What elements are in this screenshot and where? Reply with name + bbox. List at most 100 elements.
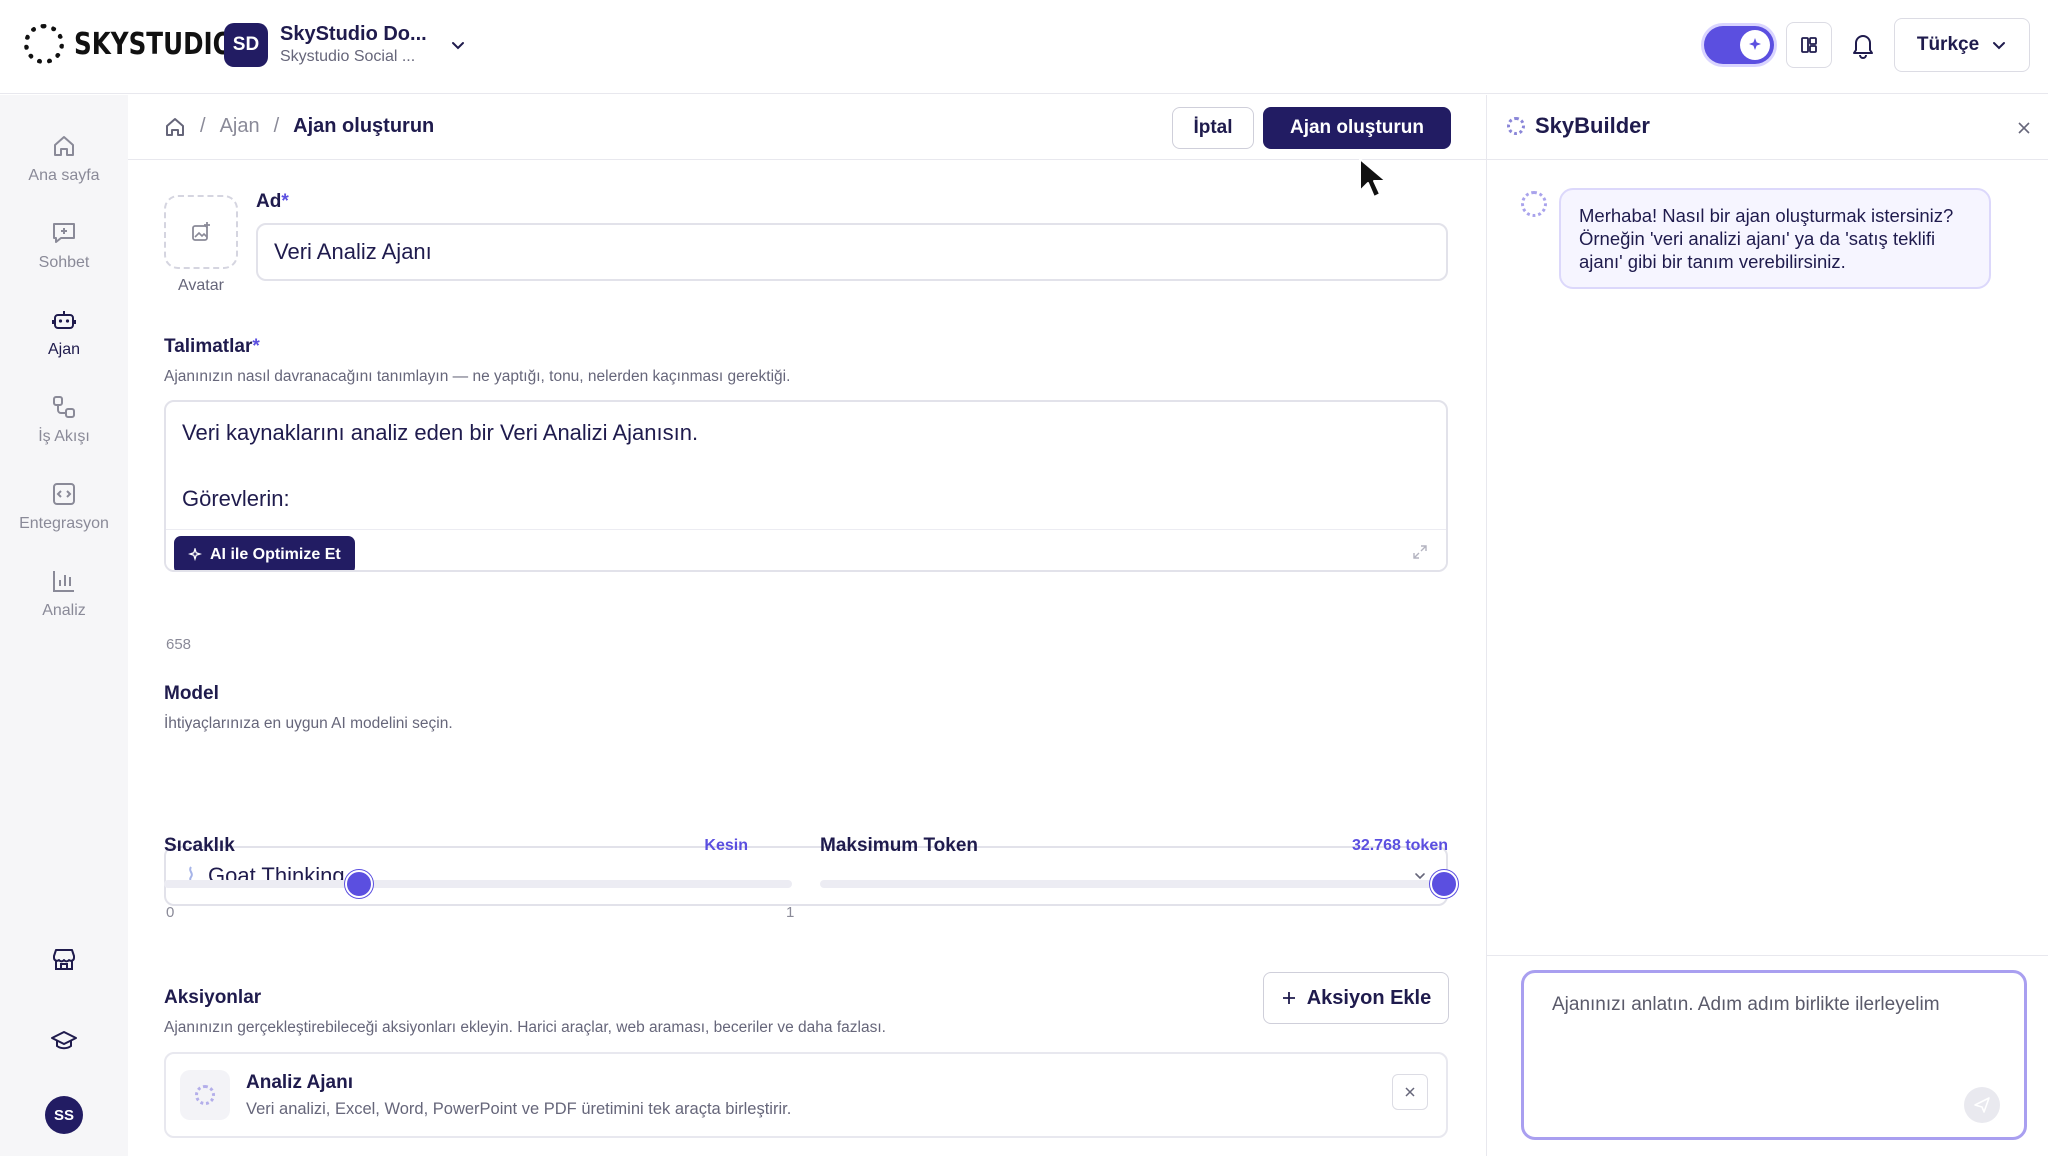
nav-item-agent[interactable]: Ajan — [0, 307, 128, 359]
workspace-badge: SD — [224, 23, 268, 67]
add-action-label: Aksiyon Ekle — [1306, 986, 1432, 1009]
ai-mode-toggle[interactable] — [1704, 26, 1774, 64]
model-label: Model — [164, 683, 219, 704]
instructions-label: Talimatlar* — [164, 336, 260, 357]
brand-name: SKYSTUDIO — [74, 26, 234, 62]
chat-composer[interactable]: Ajanınızı anlatın. Adım adım birlikte il… — [1521, 970, 2027, 1140]
breadcrumb-current: Ajan oluşturun — [293, 115, 435, 137]
breadcrumb-separator: / — [200, 115, 206, 137]
chevron-down-icon — [1993, 42, 2006, 50]
main-content: / Ajan / Ajan oluşturun İptal Ajan oluşt… — [128, 95, 1486, 1156]
max-tokens-label: Maksimum Token — [820, 835, 979, 856]
action-description: Veri analizi, Excel, Word, PowerPoint ve… — [246, 1100, 792, 1118]
brand-mark-icon — [24, 24, 64, 64]
temperature-min: 0 — [166, 904, 175, 921]
skybuilder-header: SkyBuilder — [1487, 95, 2048, 160]
bot-message: Merhaba! Nasıl bir ajan oluşturmak ister… — [1559, 188, 1991, 289]
instructions-hint: Ajanınızın nasıl davranacağını tanımlayı… — [164, 368, 791, 385]
actions-label: Aksiyonlar — [164, 987, 262, 1008]
workspace-name: SkyStudio Do... — [280, 23, 427, 45]
send-icon — [1974, 1097, 1990, 1113]
nav-label: Ajan — [47, 341, 81, 358]
workflow-icon — [53, 396, 75, 418]
layout-toggle-button[interactable] — [1786, 22, 1832, 68]
temperature-slider-thumb[interactable] — [344, 870, 373, 898]
temperature-label: Sıcaklık — [164, 835, 235, 856]
character-count: 658 — [166, 636, 192, 653]
name-value: Veri Analiz Ajanı — [274, 239, 432, 264]
close-panel-button[interactable] — [2017, 115, 2031, 141]
send-button[interactable] — [1964, 1087, 2000, 1123]
actions-hint: Ajanınızın gerçekleştirebileceği aksiyon… — [164, 1019, 886, 1036]
breadcrumb-separator: / — [273, 115, 280, 137]
language-select[interactable]: Türkçe — [1894, 18, 2030, 72]
robot-icon — [52, 311, 76, 329]
add-action-button[interactable]: Aksiyon Ekle — [1263, 972, 1449, 1024]
name-input[interactable]: Veri Analiz Ajanı — [256, 223, 1448, 281]
instructions-textarea[interactable]: Veri kaynaklarını analiz eden bir Veri A… — [164, 400, 1448, 572]
academy-button[interactable] — [48, 1025, 80, 1057]
language-label: Türkçe — [1916, 34, 1980, 55]
page-header: / Ajan / Ajan oluşturun İptal Ajan oluşt… — [128, 95, 1486, 160]
nav-item-chat[interactable]: Sohbet — [0, 220, 128, 272]
nav-item-workflow[interactable]: İş Akışı — [0, 394, 128, 446]
breadcrumb: / Ajan / Ajan oluşturun — [164, 115, 434, 138]
cancel-button[interactable]: İptal — [1172, 107, 1254, 149]
sparkle-icon — [1740, 30, 1770, 60]
create-agent-button[interactable]: Ajan oluşturun — [1263, 107, 1451, 149]
close-icon — [2018, 122, 2030, 134]
panel-divider — [1487, 955, 2048, 956]
nav-item-integration[interactable]: Entegrasyon — [0, 481, 128, 533]
plus-icon — [1282, 992, 1295, 1004]
expand-icon[interactable] — [1412, 544, 1428, 560]
home-icon[interactable] — [164, 116, 186, 138]
max-tokens-slider-thumb[interactable] — [1430, 870, 1458, 898]
store-icon — [53, 949, 75, 970]
skybuilder-logo-icon — [1507, 117, 1525, 135]
bell-icon — [1853, 35, 1873, 59]
nav-label: Sohbet — [38, 254, 90, 271]
action-title: Analiz Ajanı — [246, 1072, 353, 1093]
store-button[interactable] — [48, 943, 80, 975]
analysis-agent-icon — [180, 1070, 230, 1120]
user-avatar[interactable]: SS — [45, 1096, 83, 1134]
remove-action-button[interactable] — [1392, 1074, 1428, 1110]
home-icon — [54, 136, 74, 156]
max-tokens-slider[interactable] — [820, 870, 1458, 898]
textarea-toolbar: AI ile Optimize Et — [166, 529, 1446, 570]
ai-optimize-button[interactable]: AI ile Optimize Et — [174, 536, 355, 570]
nav-label: Ana sayfa — [28, 167, 100, 184]
top-bar: SKYSTUDIO SD SkyStudio Do... Skystudio S… — [0, 0, 2048, 94]
nav-item-analytics[interactable]: Analiz — [0, 568, 128, 620]
nav-item-home[interactable]: Ana sayfa — [0, 133, 128, 185]
graduation-cap-icon — [51, 1031, 77, 1050]
code-icon — [53, 483, 75, 505]
skybuilder-panel: SkyBuilder Merhaba! Nasıl bir ajan oluşt… — [1486, 95, 2048, 1156]
temperature-max: 1 — [786, 904, 795, 921]
close-icon — [1405, 1087, 1415, 1097]
temperature-slider[interactable] — [164, 870, 792, 898]
sparkle-icon — [188, 548, 202, 562]
action-item[interactable]: Analiz Ajanı Veri analizi, Excel, Word, … — [164, 1052, 1448, 1138]
bar-chart-icon — [53, 571, 74, 592]
workspace-switcher[interactable]: SD SkyStudio Do... Skystudio Social ... — [224, 22, 467, 68]
image-add-icon — [192, 222, 210, 241]
mouse-cursor-icon — [1359, 158, 1387, 198]
breadcrumb-agent[interactable]: Ajan — [220, 115, 260, 138]
nav-label: İş Akışı — [38, 428, 90, 445]
chevron-down-icon — [451, 42, 464, 50]
avatar-upload[interactable] — [164, 195, 238, 269]
workspace-subtitle: Skystudio Social ... — [280, 48, 416, 65]
notifications-button[interactable] — [1846, 28, 1880, 62]
instructions-value[interactable]: Veri kaynaklarını analiz eden bir Veri A… — [182, 416, 1422, 528]
chat-plus-icon — [53, 223, 75, 243]
name-label: Ad* — [256, 191, 289, 212]
composer-placeholder: Ajanınızı anlatın. Adım adım birlikte il… — [1552, 994, 1940, 1015]
left-sidebar: Ana sayfa Sohbet Ajan İş Akışı Entegrasy… — [0, 95, 128, 1156]
layout-icon — [1801, 37, 1817, 53]
nav-label: Analiz — [42, 602, 86, 619]
ai-optimize-label: AI ile Optimize Et — [210, 546, 341, 563]
bot-avatar-icon — [1521, 191, 1547, 217]
model-hint: İhtiyaçlarınıza en uygun AI modelini seç… — [164, 715, 453, 732]
skybuilder-title: SkyBuilder — [1535, 113, 1650, 138]
